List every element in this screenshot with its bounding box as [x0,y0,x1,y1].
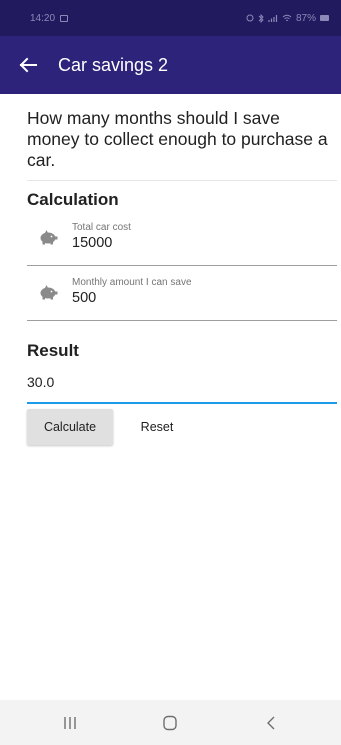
status-right: 87% [246,13,329,24]
alarm-icon [246,14,254,22]
system-nav-bar [0,700,341,745]
divider [27,180,337,181]
home-icon[interactable] [140,700,200,745]
piggy-bank-icon [40,285,58,300]
back-arrow-icon[interactable] [0,36,56,94]
field-value[interactable]: 15000 [72,235,112,251]
status-time: 14:20 [30,12,56,24]
status-bar: 14:20 87% [0,0,341,36]
field-label: Total car cost [72,222,131,233]
signal-icon [268,15,278,22]
calculate-button[interactable]: Calculate [27,409,113,445]
field-label: Monthly amount I can save [72,277,192,288]
battery-icon [320,15,329,21]
result-title: Result [27,341,79,360]
recent-apps-icon[interactable] [40,700,100,745]
app-bar: Car savings 2 [0,36,341,94]
back-nav-icon[interactable] [241,700,301,745]
result-value: 30.0 [27,374,55,390]
total-car-cost-field[interactable]: Total car cost 15000 [27,216,337,266]
piggy-bank-icon [40,230,58,245]
result-underline [27,402,337,404]
calculation-title: Calculation [27,190,119,209]
monthly-amount-field[interactable]: Monthly amount I can save 500 [27,271,337,321]
field-value[interactable]: 500 [72,290,96,306]
reset-button[interactable]: Reset [124,409,190,445]
gallery-notification-icon [60,14,69,22]
question-text: How many months should I save money to c… [27,108,328,170]
wifi-icon [282,14,292,21]
status-left: 14:20 [30,12,69,24]
page-title: Car savings 2 [58,54,169,75]
battery-percent: 87% [295,12,316,24]
bluetooth-icon [258,13,264,23]
